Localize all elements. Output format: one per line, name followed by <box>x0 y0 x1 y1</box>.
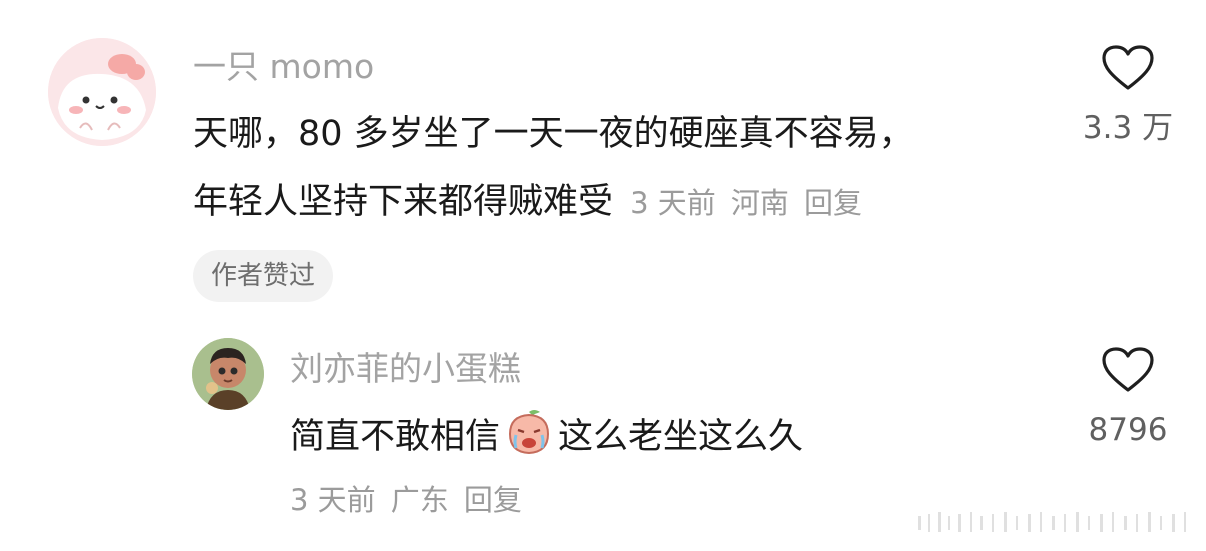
comment-location: 河南 <box>730 186 789 220</box>
comment-location: 广东 <box>390 483 449 517</box>
watermark-logo <box>918 508 1198 536</box>
pink-bunny-avatar-icon <box>48 38 156 146</box>
author-liked-badge: 作者赞过 <box>193 250 334 302</box>
like-count: 8796 <box>1088 412 1168 448</box>
comment-text-continued: 这么老坐这么久 <box>558 417 804 457</box>
comment-username[interactable]: 刘亦菲的小蛋糕 <box>290 349 521 389</box>
crying-peach-emoji-icon <box>504 408 554 460</box>
reply-button[interactable]: 回复 <box>464 483 522 517</box>
like-button[interactable]: 3.3 万 <box>1076 44 1180 146</box>
cartoon-boy-avatar-icon <box>192 338 264 410</box>
comment-text-line2: 年轻人坚持下来都得贼难受 <box>193 182 614 222</box>
avatar[interactable] <box>192 338 264 410</box>
heart-icon <box>1102 45 1154 90</box>
comment-time: 3 天前 <box>630 186 716 220</box>
comment-text: 天哪，80 多岁坐了一天一夜的硬座真不容易， <box>193 114 914 154</box>
like-count: 3.3 万 <box>1082 110 1174 146</box>
avatar[interactable] <box>48 38 156 146</box>
heart-icon <box>1102 347 1154 392</box>
like-button[interactable]: 8796 <box>1076 346 1180 448</box>
reply-button[interactable]: 回复 <box>804 186 862 220</box>
comment-text: 简直不敢相信 <box>290 417 501 457</box>
comment-username[interactable]: 一只 momo <box>193 47 374 87</box>
comment-time: 3 天前 <box>290 483 376 517</box>
